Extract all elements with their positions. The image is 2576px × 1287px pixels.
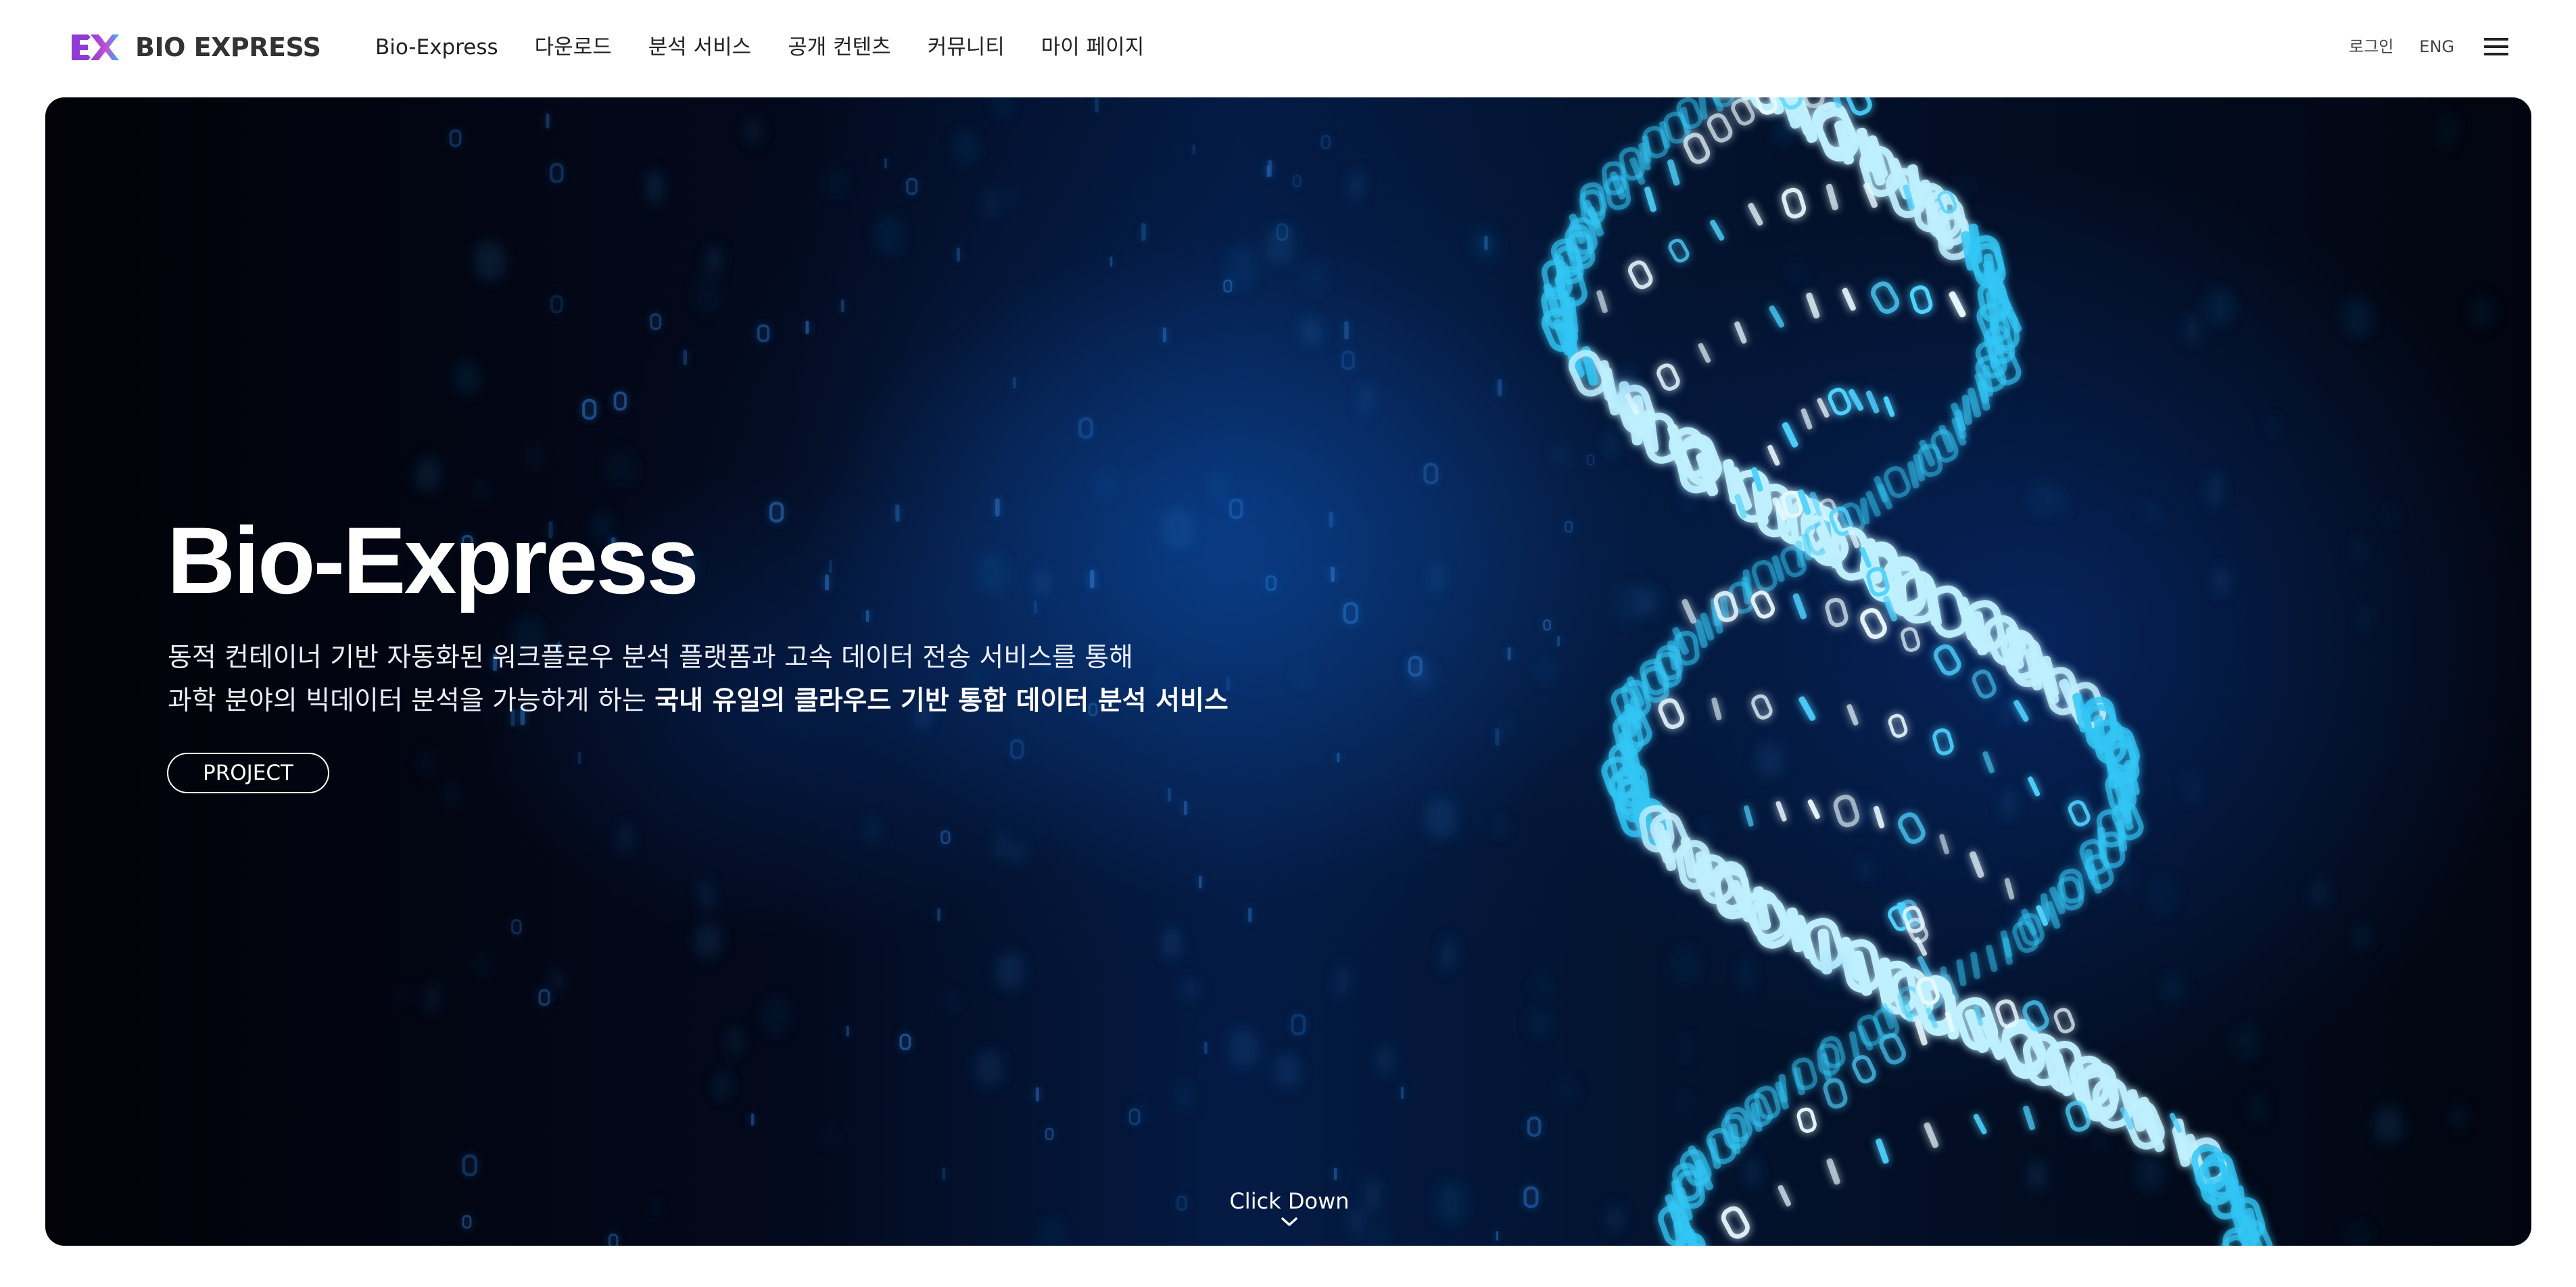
brand-logo[interactable]: BIO EXPRESS bbox=[70, 32, 321, 63]
chevron-down-icon bbox=[1281, 1217, 1297, 1226]
hamburger-menu-icon[interactable] bbox=[2484, 35, 2511, 58]
language-toggle[interactable]: ENG bbox=[2419, 35, 2454, 58]
nav-item-my-page[interactable]: 마이 페이지 bbox=[1041, 32, 1144, 62]
scroll-down-button[interactable]: Click Down bbox=[1229, 1188, 1350, 1228]
menu-line bbox=[2484, 45, 2508, 48]
nav-item-public-content[interactable]: 공개 컨텐츠 bbox=[788, 32, 890, 62]
hero-description-highlight: 국내 유일의 클라우드 기반 통합 데이터 분석 서비스 bbox=[654, 686, 1229, 716]
logo-mark-icon bbox=[72, 34, 119, 60]
menu-line bbox=[2484, 53, 2508, 55]
hero-banner: Bio-Express 동적 컨테이너 기반 자동화된 워크플로우 분석 플랫폼… bbox=[45, 97, 2531, 1246]
hero-description-line-2: 과학 분야의 빅데이터 분석을 가능하게 하는 bbox=[168, 686, 655, 716]
nav-item-download[interactable]: 다운로드 bbox=[535, 32, 612, 62]
nav-item-community[interactable]: 커뮤니티 bbox=[928, 32, 1005, 62]
site-header: BIO EXPRESS Bio-Express 다운로드 분석 서비스 공개 컨… bbox=[0, 0, 2576, 97]
nav-item-analysis-service[interactable]: 분석 서비스 bbox=[648, 32, 751, 62]
scroll-down-label: Click Down bbox=[1229, 1188, 1350, 1214]
hero-title: Bio-Express bbox=[167, 507, 699, 613]
login-link[interactable]: 로그인 bbox=[2349, 35, 2393, 58]
hero-description-line-1: 동적 컨테이너 기반 자동화된 워크플로우 분석 플랫폼과 고속 데이터 전송 … bbox=[168, 642, 1134, 673]
nav-item-bio-express[interactable]: Bio-Express bbox=[375, 32, 498, 62]
utility-links: 로그인 ENG bbox=[2323, 35, 2454, 58]
hero-description: 동적 컨테이너 기반 자동화된 워크플로우 분석 플랫폼과 고속 데이터 전송 … bbox=[168, 636, 1317, 723]
main-nav: Bio-Express 다운로드 분석 서비스 공개 컨텐츠 커뮤니티 마이 페… bbox=[375, 32, 1180, 62]
menu-line bbox=[2484, 38, 2508, 41]
project-button[interactable]: PROJECT bbox=[167, 753, 329, 793]
brand-name: BIO EXPRESS bbox=[135, 32, 321, 62]
